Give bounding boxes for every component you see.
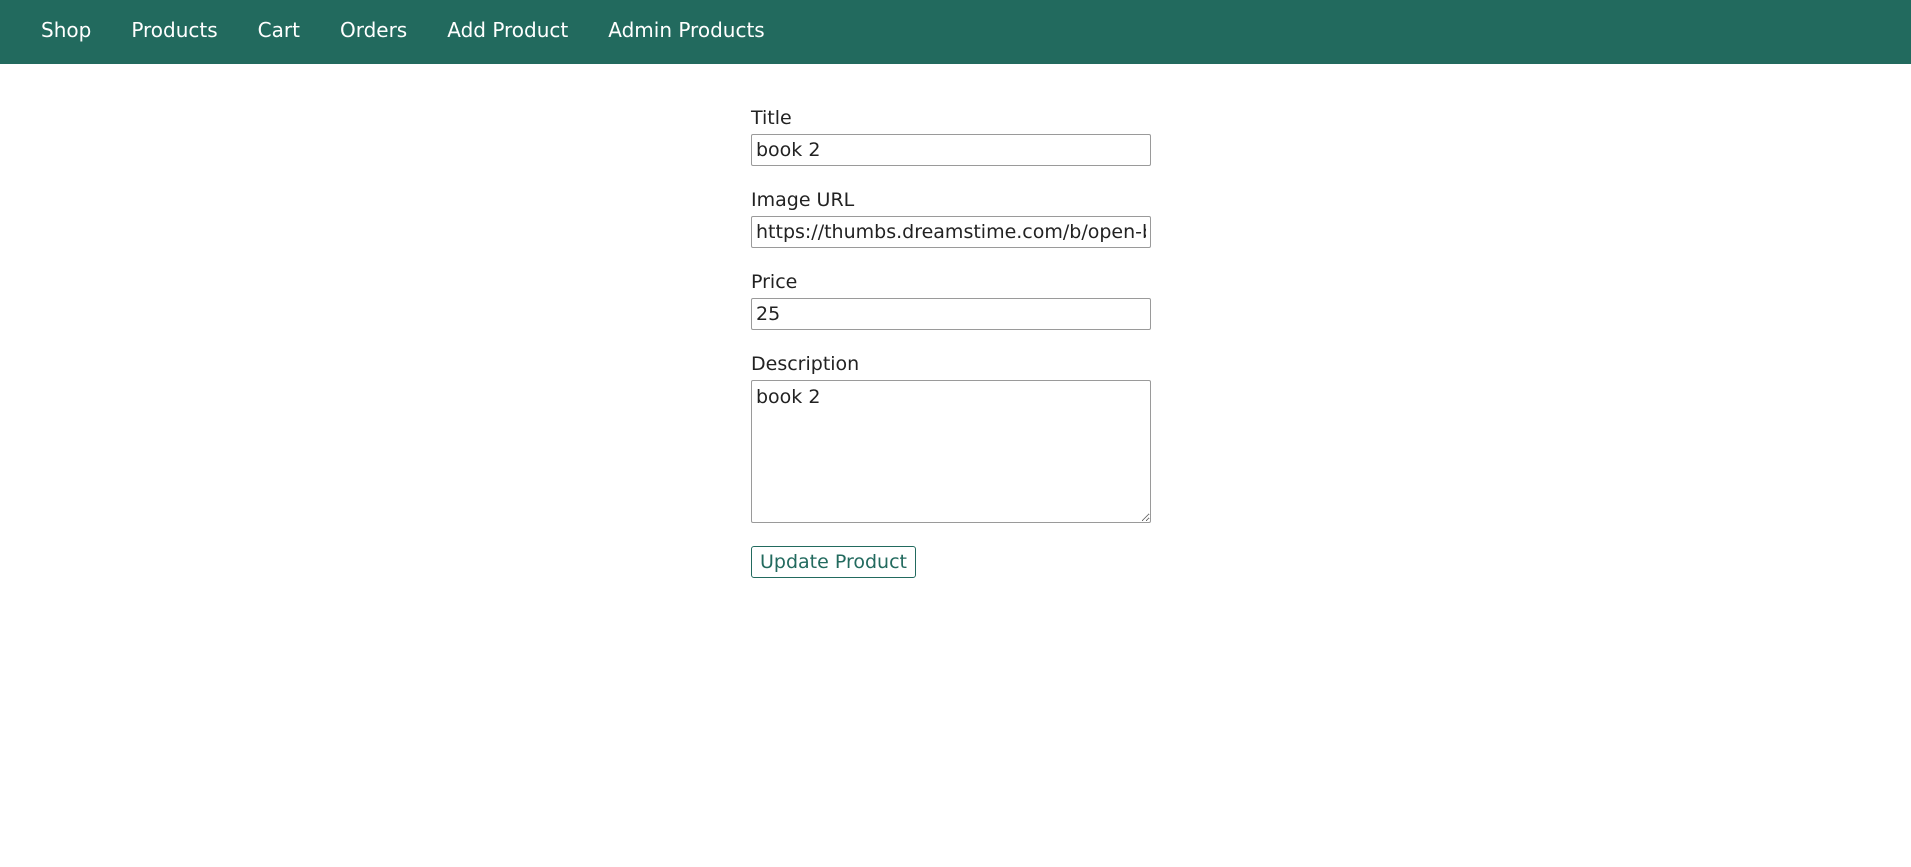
image-url-control: Image URL xyxy=(751,188,1151,248)
image-url-input[interactable] xyxy=(751,216,1151,248)
update-product-button[interactable]: Update Product xyxy=(751,546,916,578)
title-control: Title xyxy=(751,106,1151,166)
main-header: Shop Products Cart Orders Add Product Ad… xyxy=(0,0,1911,64)
main-nav: Shop Products Cart Orders Add Product Ad… xyxy=(0,0,1911,60)
nav-list: Shop Products Cart Orders Add Product Ad… xyxy=(0,0,1911,60)
title-label: Title xyxy=(751,107,792,129)
description-control: Description book 2 xyxy=(751,352,1151,527)
nav-item-shop[interactable]: Shop xyxy=(21,0,111,60)
price-input[interactable] xyxy=(751,298,1151,330)
price-control: Price xyxy=(751,270,1151,330)
price-label: Price xyxy=(751,271,798,293)
title-input[interactable] xyxy=(751,134,1151,166)
description-textarea[interactable]: book 2 xyxy=(751,380,1151,523)
nav-item-admin-products[interactable]: Admin Products xyxy=(588,0,784,60)
description-label: Description xyxy=(751,353,860,375)
nav-item-products[interactable]: Products xyxy=(111,0,237,60)
nav-item-add-product[interactable]: Add Product xyxy=(427,0,588,60)
image-url-label: Image URL xyxy=(751,189,855,211)
nav-item-cart[interactable]: Cart xyxy=(238,0,320,60)
nav-item-orders[interactable]: Orders xyxy=(320,0,427,60)
edit-product-form: Title Image URL Price Description book 2… xyxy=(751,106,1151,578)
